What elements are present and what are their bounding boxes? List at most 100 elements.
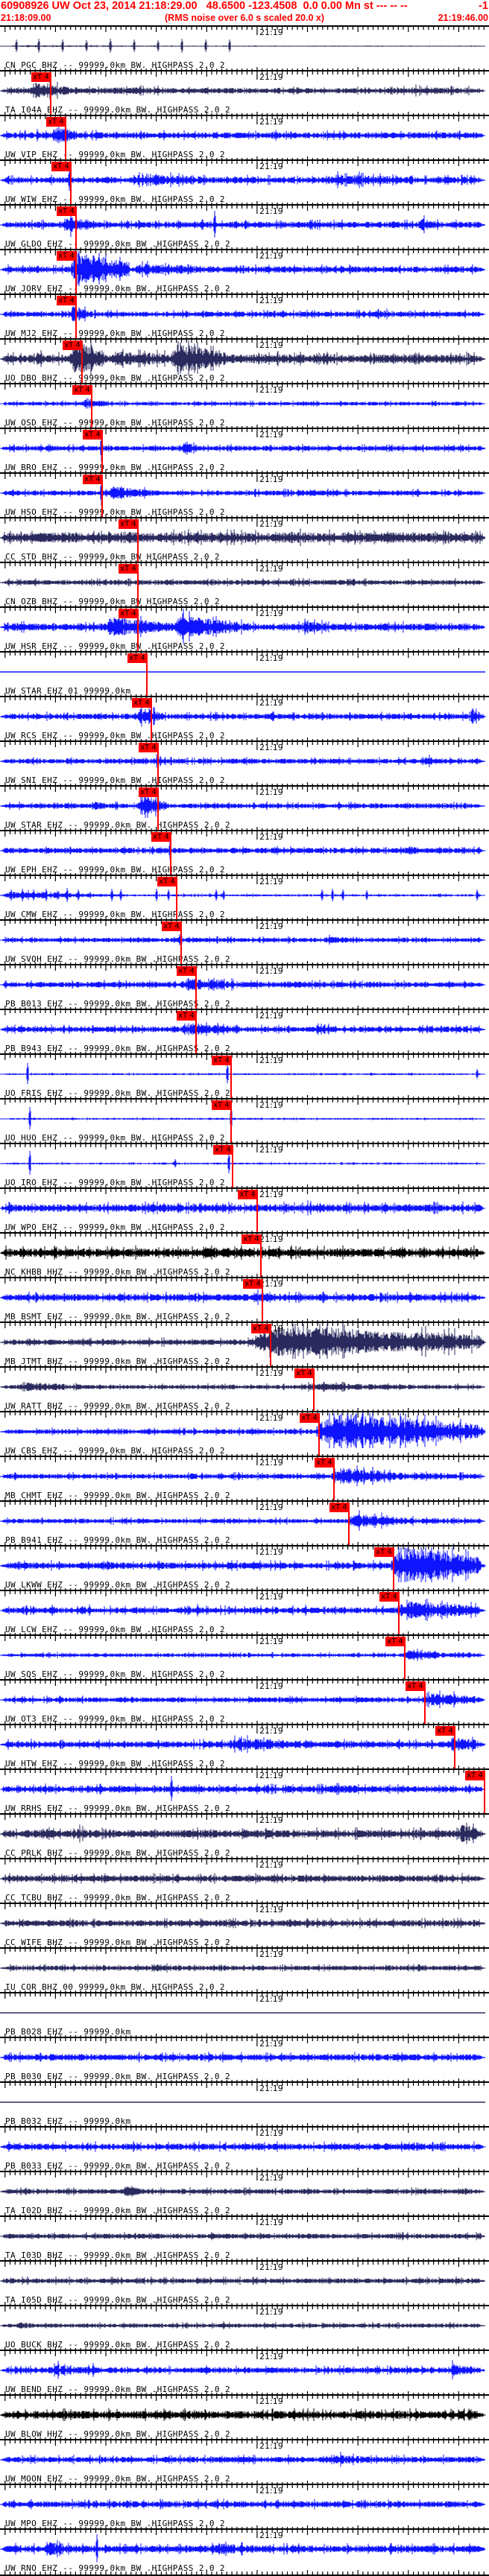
trace-row[interactable]: 21:19 PB B013 EHZ -- 99999.0km BW. HIGHPA… bbox=[0, 964, 489, 1010]
pick-line[interactable] bbox=[65, 117, 66, 159]
pick-marker[interactable]: xT 4 bbox=[139, 787, 158, 797]
trace-row[interactable]: 21:19 UW EPH EHZ -- 99999.0km BW. HIGHPAS… bbox=[0, 830, 489, 876]
pick-marker[interactable]: xT 4 bbox=[212, 1056, 231, 1065]
pick-marker[interactable]: xT 4 bbox=[157, 877, 177, 886]
trace-row[interactable]: 21:19 UW GLDO EHZ -- 99999.0km BW .HIGHPA… bbox=[0, 204, 489, 250]
pick-marker[interactable]: xT 4 bbox=[212, 1100, 231, 1110]
pick-line[interactable] bbox=[313, 1368, 315, 1411]
trace-row[interactable]: 21:19 CC STD BHZ -- 99999.0km BW HIGHPASS… bbox=[0, 517, 489, 563]
pick-marker[interactable]: xT 4 bbox=[51, 162, 71, 171]
pick-line[interactable] bbox=[270, 1324, 271, 1366]
pick-line[interactable] bbox=[398, 1592, 400, 1634]
pick-marker[interactable]: xT 4 bbox=[177, 966, 196, 976]
trace-row[interactable]: 21:19MB JTMT BHZ -- 99999.0km BW .HIGHPA… bbox=[0, 1322, 489, 1368]
pick-marker[interactable]: xT 4 bbox=[385, 1637, 405, 1646]
pick-line[interactable] bbox=[157, 787, 159, 830]
pick-line[interactable] bbox=[146, 653, 148, 696]
pick-marker[interactable]: xT 4 bbox=[329, 1503, 349, 1512]
trace-row[interactable]: 21:19 UW STAR EHZ -- 99999.0km BW. HIGHPA… bbox=[0, 785, 489, 831]
pick-marker[interactable]: xT 4 bbox=[300, 1413, 319, 1423]
pick-line[interactable] bbox=[75, 206, 77, 249]
trace-row[interactable]: 21:19 IU COR BHZ 00 99999.0km BW. HIGHPAS… bbox=[0, 1947, 489, 1993]
trace-row[interactable]: 21:19 PB B032 EHZ -- 99999.0km bbox=[0, 2081, 489, 2128]
pick-line[interactable] bbox=[75, 296, 77, 338]
pick-line[interactable] bbox=[81, 340, 83, 383]
pick-line[interactable] bbox=[348, 1503, 350, 1545]
pick-line[interactable] bbox=[91, 385, 92, 428]
pick-line[interactable] bbox=[137, 609, 139, 651]
trace-row[interactable]: 21:19 UW BEND EHZ -- 99999.0km BW .HIGHPA… bbox=[0, 2350, 489, 2396]
trace-row[interactable]: 21:19 UW BRO EHZ -- 99999.0km BW .HIGHPAS… bbox=[0, 428, 489, 474]
pick-marker[interactable]: xT 4 bbox=[243, 1279, 262, 1289]
trace-row[interactable]: 21:19 UW HSR EHZ -- 99999.0km BW .HIGHPAS… bbox=[0, 606, 489, 653]
pick-marker[interactable]: xT 4 bbox=[132, 698, 151, 708]
pick-marker[interactable]: xT 4 bbox=[46, 117, 66, 127]
trace-row[interactable]: 21:19 UO IRO EHZ -- 99999.0km BW .HIGHPAS… bbox=[0, 1143, 489, 1189]
trace-row[interactable]: 21:19 UW CMW EHZ -- 99999.0km BW. HIGHPAS… bbox=[0, 875, 489, 921]
trace-row[interactable]: 21:19 PB B033 EHZ -- 99999.0km BW. HIGHPA… bbox=[0, 2126, 489, 2172]
pick-line[interactable] bbox=[230, 1100, 232, 1143]
pick-line[interactable] bbox=[262, 1279, 263, 1322]
pick-marker[interactable]: xT 4 bbox=[379, 1592, 399, 1602]
trace-row[interactable]: 21:19 PB B941 EHZ -- 99999.0km BW. HIGHPA… bbox=[0, 1500, 489, 1546]
trace-row[interactable]: 21:19 UW JORV EHZ -- 99999.0km BW. HIGHPA… bbox=[0, 249, 489, 295]
trace-row[interactable]: 21:19 UW RNO EHZ -- 99999.0km BW .HIGHPAS… bbox=[0, 2528, 489, 2575]
pick-line[interactable] bbox=[424, 1681, 426, 1724]
trace-row[interactable]: 21:19 UW MPO EHZ -- 99999.0km BW .HIGHPAS… bbox=[0, 2484, 489, 2530]
trace-row[interactable]: 21:19 UW OT3 EHZ -- 99999.0km BW. HIGHPAS… bbox=[0, 1679, 489, 1725]
trace-row[interactable]: 21:19 PB B943 EHZ -- 99999.0km BW. HIGHPA… bbox=[0, 1009, 489, 1055]
trace-row[interactable]: 21:19 UO DBO BHZ -- 99999.0km BW .HIGHPAS… bbox=[0, 338, 489, 384]
pick-marker[interactable]: xT 4 bbox=[435, 1726, 455, 1736]
trace-row[interactable]: 21:19 UW RATT BHZ -- 99999.0km BW. HIGHPA… bbox=[0, 1366, 489, 1412]
pick-line[interactable] bbox=[137, 519, 139, 562]
trace-row[interactable]: 21:19 CN PGC BHZ -- 99999.0km BW. HIGHPAS… bbox=[0, 25, 489, 72]
pick-line[interactable] bbox=[454, 1726, 455, 1768]
pick-line[interactable] bbox=[260, 1234, 262, 1277]
pick-marker[interactable]: xT 4 bbox=[177, 1011, 196, 1021]
trace-row[interactable]: 21:19 UO BUCK BHZ -- 99999.0km BW. HIGHPA… bbox=[0, 2305, 489, 2351]
trace-row[interactable]: 21:19 TA I03D BHZ -- 99999.0km BW .HIGHPA… bbox=[0, 2215, 489, 2262]
trace-row[interactable]: 21:19 UW RCS EHZ -- 99999.0km BW .HIGHPAS… bbox=[0, 696, 489, 742]
trace-row[interactable]: 21:19 UW CBS EHZ -- 99999.0km BW. HIGHPAS… bbox=[0, 1411, 489, 1457]
pick-line[interactable] bbox=[137, 564, 139, 606]
pick-line[interactable] bbox=[101, 430, 103, 472]
pick-marker[interactable]: xT 4 bbox=[406, 1681, 425, 1691]
trace-row[interactable]: 21:19 UW SNI EHZ -- 99999.0km BW .HIGHPAS… bbox=[0, 740, 489, 787]
pick-marker[interactable]: xT 4 bbox=[127, 653, 147, 663]
pick-marker[interactable]: xT 4 bbox=[151, 832, 171, 842]
trace-row[interactable]: 21:19 UW BLOW HHZ -- 99999.0km BW. HIGHPA… bbox=[0, 2394, 489, 2440]
trace-row[interactable]: 21:19 UW HSO EHZ -- 99999.0km BW .HIGHPAS… bbox=[0, 472, 489, 518]
trace-row[interactable]: 21:19 UW SQS EHZ -- 99999.0km BW. HIGHPAS… bbox=[0, 1634, 489, 1681]
trace-row[interactable]: 21:19 TA I02D BHZ -- 99999.0km BW .HIGHPA… bbox=[0, 2171, 489, 2217]
pick-line[interactable] bbox=[256, 1190, 258, 1232]
trace-row[interactable]: 21:19 UO FRIS EHZ -- 99999.0km BW. HIGHPA… bbox=[0, 1053, 489, 1100]
trace-row[interactable]: 21:19 MB BSMT EHZ -- 99999.0km BW. HIGHPA… bbox=[0, 1277, 489, 1323]
pick-marker[interactable]: xT 4 bbox=[465, 1771, 485, 1780]
pick-marker[interactable]: xT 4 bbox=[251, 1324, 271, 1333]
trace-row[interactable]: 21:19 CC TCBU BHZ -- 99999.0km BW. HIGHPA… bbox=[0, 1858, 489, 1904]
pick-marker[interactable]: xT 4 bbox=[315, 1458, 334, 1468]
trace-row[interactable]: 21:19 UW LKWW EHZ -- 99999.0km BW .HIGHPA… bbox=[0, 1545, 489, 1591]
pick-line[interactable] bbox=[151, 698, 152, 740]
trace-row[interactable]: 21:19 UW VIP EHZ -- 99999.0km BW. HIGHPAS… bbox=[0, 115, 489, 161]
trace-row[interactable]: 21:19 CC WIFE BHZ -- 99999.0km BW .HIGHPA… bbox=[0, 1903, 489, 1949]
trace-row[interactable]: 21:19 UW STAR EHZ 01 99999.0km xT 4 bbox=[0, 651, 489, 697]
pick-line[interactable] bbox=[230, 1056, 232, 1098]
trace-row[interactable]: 21:19 UO HUO EHZ -- 99999.0km BW. HIGHPAS… bbox=[0, 1098, 489, 1144]
trace-row[interactable]: 21:19 UW WIW EHZ -- 99999.0km BW. HIGHPAS… bbox=[0, 159, 489, 206]
trace-row[interactable]: 21:19 UW OSD EHZ -- 99999.0km BW .HIGHPAS… bbox=[0, 383, 489, 429]
trace-row[interactable]: 21:19 PB B028 EHZ -- 99999.0km bbox=[0, 1992, 489, 2038]
pick-marker[interactable]: xT 4 bbox=[294, 1368, 314, 1378]
pick-line[interactable] bbox=[393, 1547, 394, 1590]
pick-marker[interactable]: xT 4 bbox=[83, 430, 102, 440]
pick-line[interactable] bbox=[318, 1413, 320, 1456]
trace-row[interactable]: 21:19 UW LCW EHZ -- 99999.0km BW .HIGHPAS… bbox=[0, 1590, 489, 1636]
pick-line[interactable] bbox=[333, 1458, 335, 1500]
trace-row[interactable]: 21:19 TA I05D BHZ -- 99999.0km BW .HIGHPA… bbox=[0, 2260, 489, 2306]
trace-row[interactable]: 21:19 TA I04A BHZ -- 99999.0km BW. HIGHPA… bbox=[0, 70, 489, 116]
pick-line[interactable] bbox=[232, 1145, 233, 1187]
pick-line[interactable] bbox=[157, 743, 159, 785]
trace-row[interactable]: 21:19 UW HTW EHZ -- 99999.0km BW .HIGHPAS… bbox=[0, 1724, 489, 1770]
pick-line[interactable] bbox=[404, 1637, 406, 1679]
pick-line[interactable] bbox=[195, 1011, 197, 1053]
